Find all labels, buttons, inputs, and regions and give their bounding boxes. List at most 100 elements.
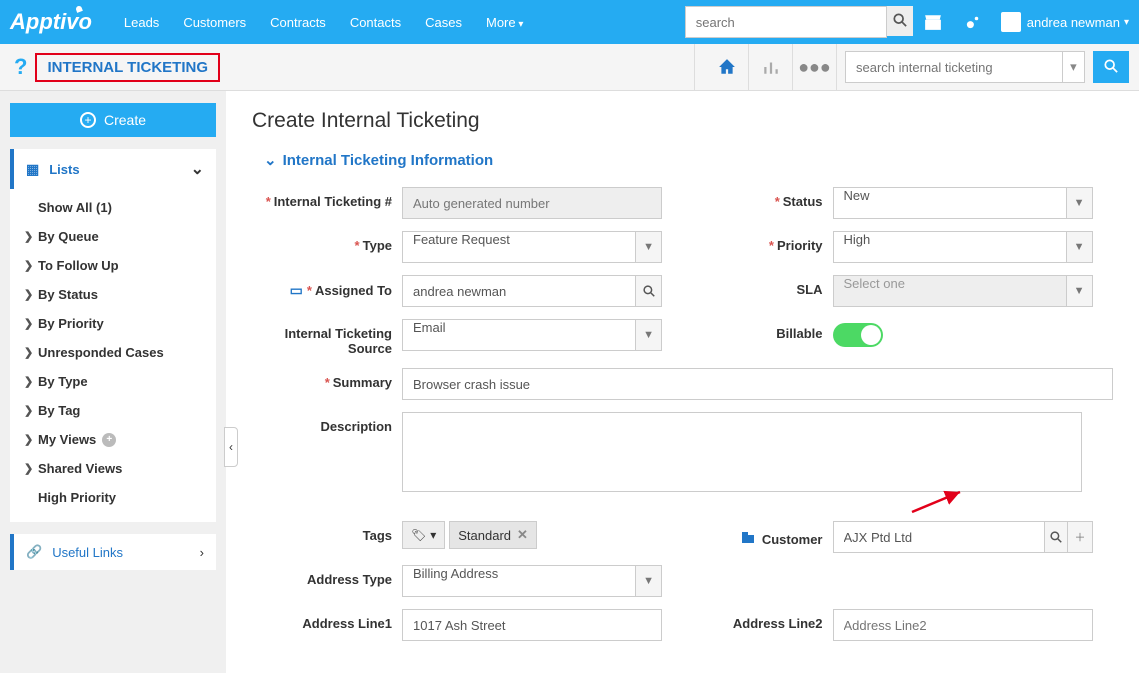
sidebar-item[interactable]: ❯By Priority [10,309,216,338]
nav-contacts[interactable]: Contacts [338,15,413,30]
home-icon[interactable] [705,44,749,90]
chevron-down-icon[interactable]: ▼ [635,565,662,597]
caret-right-icon: ❯ [24,346,38,359]
section-title: Internal Ticketing Information [283,152,494,169]
sidebar-item[interactable]: Show All (1) [10,193,216,222]
dashboard-icon[interactable] [749,44,793,90]
address2-input[interactable] [833,609,1093,641]
global-search-button[interactable] [887,6,913,36]
grid-icon: ▦ [26,161,39,178]
app-search-input[interactable] [845,51,1063,83]
sidebar-item-label: By Status [38,287,98,302]
sidebar-item[interactable]: ❯By Queue [10,222,216,251]
nav-leads[interactable]: Leads [112,15,171,30]
sla-label: SLA [683,275,833,297]
address-type-select[interactable]: Billing Address [402,565,635,597]
chevron-down-icon[interactable]: ▼ [1066,231,1093,263]
create-button[interactable]: + Create [10,103,216,137]
customer-label: Customer [683,521,833,549]
app-title: INTERNAL TICKETING [35,53,220,82]
user-menu[interactable]: andrea newman ▾ [1001,12,1129,32]
notifications-icon[interactable] [957,6,989,38]
customer-lookup-button[interactable] [1044,521,1068,553]
sidebar: + Create ▦ Lists ⌄ Show All (1)❯By Queue… [0,91,226,673]
sidebar-item[interactable]: ❯Unresponded Cases [10,338,216,367]
sidebar-item[interactable]: ❯By Type [10,367,216,396]
add-view-icon[interactable]: + [102,433,116,447]
section-header[interactable]: ⌄ Internal Ticketing Information [264,151,1113,169]
sub-header: ? INTERNAL TICKETING ●●● ▾ [0,44,1139,91]
add-tag-button[interactable]: 🏷▾ [402,521,445,549]
lists-header[interactable]: ▦ Lists ⌄ [10,149,216,189]
page-title: Create Internal Ticketing [252,109,1113,133]
customer-add-button[interactable]: ＋ [1068,521,1092,553]
billable-label: Billable [683,319,833,341]
chevron-down-icon[interactable]: ▼ [1066,275,1093,307]
top-nav: Apptivo Leads Customers Contracts Contac… [0,0,1139,44]
type-select[interactable]: Feature Request [402,231,635,263]
summary-label: *Summary [252,368,402,400]
sidebar-item[interactable]: ❯My Views+ [10,425,216,454]
address1-input[interactable] [402,609,662,641]
link-icon: 🔗 [26,544,42,560]
app-search-button[interactable] [1093,51,1129,83]
chevron-right-icon: › [200,545,204,560]
nav-more[interactable]: More [474,15,535,30]
caret-right-icon: ❯ [24,317,38,330]
help-icon[interactable]: ? [14,54,27,80]
sidebar-item-label: To Follow Up [38,258,119,273]
sla-select[interactable]: Select one [833,275,1066,307]
sidebar-item[interactable]: ❯To Follow Up [10,251,216,280]
nav-cases[interactable]: Cases [413,15,474,30]
sidebar-item-label: By Priority [38,316,104,331]
avatar-icon [1001,12,1021,32]
sidebar-item[interactable]: ❯Shared Views [10,454,216,483]
sidebar-item-label: Shared Views [38,461,122,476]
chevron-down-icon[interactable]: ▼ [635,231,662,263]
billable-toggle[interactable] [833,323,883,347]
status-label: *Status [683,187,833,209]
chevron-down-icon[interactable]: ▼ [635,319,662,351]
assigned-label: ▭*Assigned To [252,275,402,299]
caret-right-icon: ❯ [24,404,38,417]
summary-input[interactable] [402,368,1113,400]
ticket-num-label: *Internal Ticketing # [252,187,402,209]
sidebar-item-label: By Queue [38,229,99,244]
more-actions-icon[interactable]: ●●● [793,44,837,90]
store-icon[interactable] [917,6,949,38]
sidebar-item[interactable]: ❯By Status [10,280,216,309]
useful-links-label: Useful Links [52,545,123,560]
chevron-down-icon[interactable]: ▼ [1066,187,1093,219]
nav-contracts[interactable]: Contracts [258,15,338,30]
priority-label: *Priority [683,231,833,253]
assigned-lookup-button[interactable] [635,275,662,307]
chevron-down-icon: ⌄ [264,151,277,169]
lists-label: Lists [49,162,79,177]
useful-links-header[interactable]: 🔗 Useful Links › [14,534,216,570]
sidebar-item-label: Unresponded Cases [38,345,164,360]
sidebar-item-label: By Type [38,374,88,389]
status-select[interactable]: New [833,187,1066,219]
assigned-input[interactable] [402,275,635,307]
app-logo[interactable]: Apptivo [10,9,92,35]
sidebar-item-label: Show All (1) [38,200,112,215]
sidebar-item-label: By Tag [38,403,80,418]
source-select[interactable]: Email [402,319,635,351]
sidebar-item[interactable]: High Priority [10,483,216,512]
plus-icon: + [80,112,96,128]
chevron-down-icon: ⌄ [191,159,204,179]
nav-customers[interactable]: Customers [171,15,258,30]
sidebar-item[interactable]: ❯By Tag [10,396,216,425]
description-label: Description [252,412,402,495]
app-search-dropdown[interactable]: ▾ [1063,51,1086,83]
description-textarea[interactable] [402,412,1082,492]
tags-label: Tags [252,521,402,543]
caret-right-icon: ❯ [24,462,38,475]
caret-right-icon: ❯ [24,433,38,446]
remove-tag-icon[interactable]: ✕ [517,527,528,543]
caret-right-icon: ❯ [24,375,38,388]
priority-select[interactable]: High [833,231,1066,263]
address-type-label: Address Type [252,565,402,587]
global-search-input[interactable] [685,6,887,38]
customer-input[interactable] [833,521,1045,553]
